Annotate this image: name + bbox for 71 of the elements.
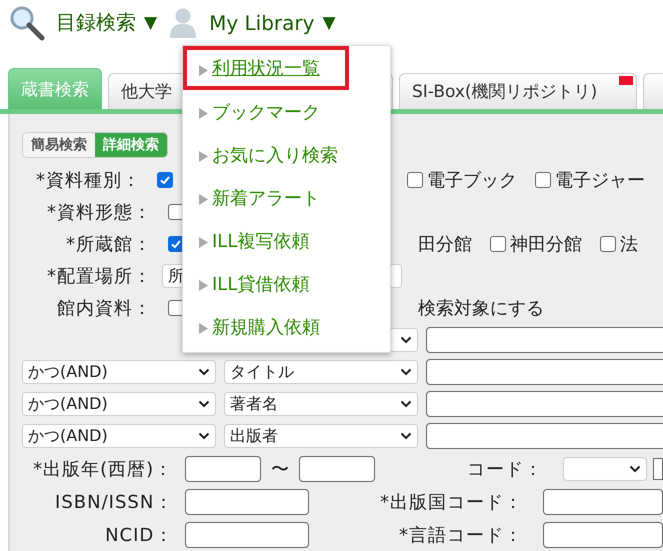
my-library-menu[interactable]: My Library (209, 10, 314, 34)
select-field[interactable]: 出版者 (224, 424, 418, 448)
input-field[interactable] (543, 488, 663, 514)
select-field[interactable]: かつ(AND) (22, 360, 216, 384)
search-icon[interactable] (8, 4, 46, 42)
menu-item[interactable]: ILL貸借依頼 (183, 262, 390, 305)
chevron-icon (400, 336, 412, 344)
checkbox[interactable] (600, 236, 616, 252)
option-label: 検索対象にする (418, 297, 544, 320)
mode-tab[interactable]: 簡易検索 (23, 133, 95, 157)
check-icon (159, 174, 171, 186)
dropdown-caret[interactable]: ▼ (144, 12, 158, 32)
input-field[interactable] (185, 488, 310, 514)
checkbox[interactable] (535, 172, 551, 188)
input-field[interactable] (543, 522, 663, 548)
field-label: 館内資料： (56, 297, 152, 320)
input-field[interactable] (185, 522, 310, 548)
field-label: ISBN/ISSN： (54, 490, 174, 514)
field-label: コード： (466, 458, 543, 480)
field-label: NCID： (104, 524, 174, 546)
chevron-icon (400, 432, 412, 440)
range-separator: 〜 (270, 458, 290, 480)
input-field[interactable] (426, 391, 663, 417)
field-label: *出版国コード： (379, 490, 523, 514)
field-label: *配置場所： (46, 265, 152, 288)
select-field[interactable] (563, 456, 647, 480)
dropdown-caret[interactable]: ▼ (322, 12, 336, 32)
input-field[interactable] (298, 456, 375, 482)
field-label: *所蔵館： (65, 233, 152, 256)
menu-item[interactable]: 新着アラート (183, 176, 390, 219)
triangle-icon (199, 237, 208, 248)
triangle-icon (199, 151, 208, 162)
option-label: 電子ブック (427, 169, 517, 192)
triangle-icon (199, 108, 208, 119)
input-field[interactable] (185, 456, 262, 482)
select-field[interactable]: タイトル (224, 360, 418, 384)
input-field[interactable] (426, 359, 663, 385)
field-label: *資料形態： (46, 201, 152, 224)
input-field[interactable] (426, 423, 663, 449)
select-field[interactable]: かつ(AND) (22, 392, 216, 416)
tab[interactable]: SI-Box(機関リポジトリ) (399, 73, 637, 109)
menu-item[interactable]: ILL複写依頼 (183, 219, 390, 262)
option-label: 神田分館 (510, 233, 582, 256)
catalog-search-menu[interactable]: 目録検索 (56, 9, 136, 36)
checkbox[interactable] (490, 236, 506, 252)
field-label: *出版年(西暦)： (32, 458, 174, 480)
triangle-icon (199, 280, 208, 291)
chevron-icon (629, 464, 641, 472)
option-label: 法 (620, 233, 638, 256)
menu-item[interactable]: ブックマーク (183, 90, 390, 133)
triangle-icon (199, 64, 208, 76)
field-label: *言語コード： (398, 524, 523, 546)
menu-item[interactable]: お気に入り検索 (183, 133, 390, 176)
input-field[interactable] (426, 327, 663, 353)
chevron-icon (198, 400, 210, 408)
input-field[interactable] (653, 458, 663, 480)
option-label: 電子ジャー (555, 169, 645, 192)
option-label: 田分館 (418, 233, 472, 256)
checkbox[interactable] (407, 172, 423, 188)
field-label: *資料種別： (35, 169, 141, 192)
select-field[interactable]: 著者名 (224, 392, 418, 416)
menu-item[interactable]: 新規購入依頼 (183, 305, 390, 348)
triangle-icon (199, 323, 208, 334)
checkbox[interactable] (157, 172, 173, 188)
chevron-icon (198, 432, 210, 440)
triangle-icon (199, 194, 208, 205)
menu-item[interactable]: 利用状況一覧 (183, 46, 349, 90)
select-field[interactable]: かつ(AND) (22, 424, 216, 448)
chevron-icon (198, 368, 210, 376)
chevron-icon (400, 368, 412, 376)
chevron-icon (400, 400, 412, 408)
